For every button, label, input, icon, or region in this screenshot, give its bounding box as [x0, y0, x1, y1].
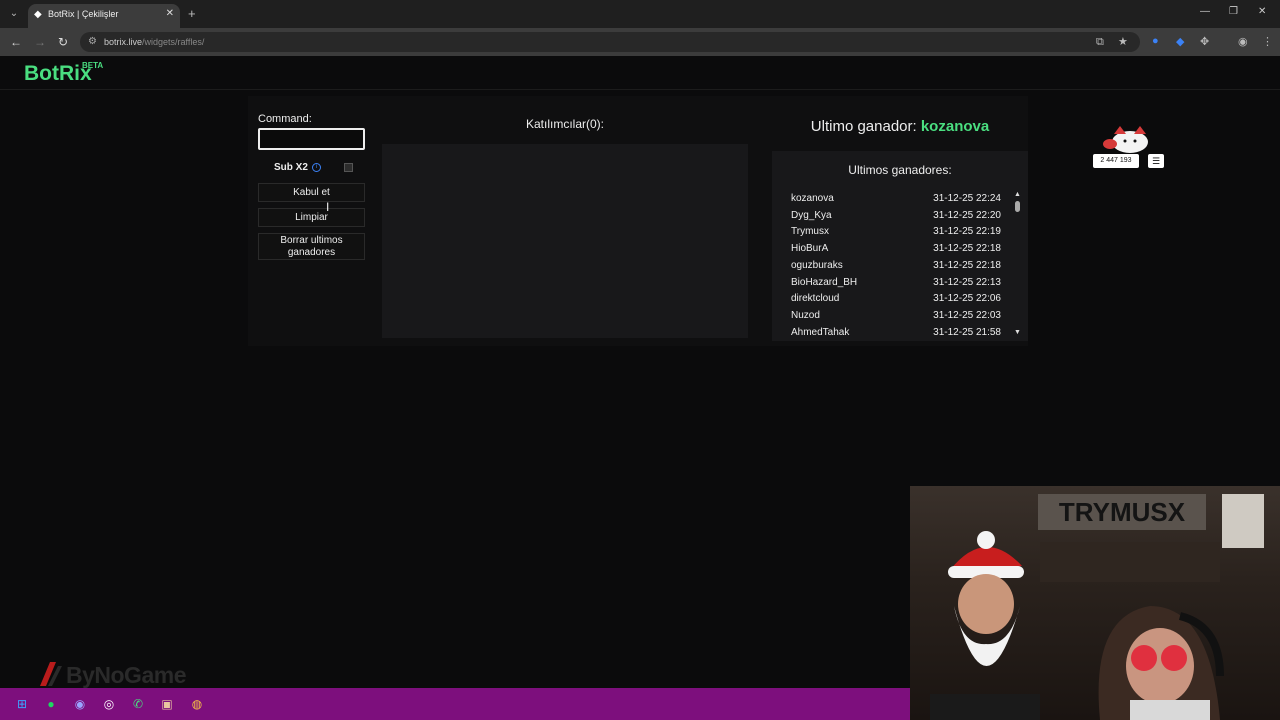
bynogame-logo-icon: [40, 662, 62, 686]
command-label: Command:: [258, 113, 312, 125]
minimize-window-icon[interactable]: —: [1200, 6, 1210, 17]
photos-app-icon[interactable]: ▣: [159, 696, 175, 712]
winner-name: Trymusx: [791, 226, 829, 238]
botrix-favicon-icon: ◆: [34, 9, 42, 20]
last-winner-name: kozanova: [920, 118, 990, 135]
winner-date: 31-12-25 22:19: [933, 226, 1001, 238]
winner-date: 31-12-25 22:13: [933, 276, 1001, 288]
sub-x2-row: Sub X2 i: [258, 160, 365, 176]
forward-arrow-icon[interactable]: →: [34, 35, 46, 49]
extension-icon[interactable]: ●: [1152, 35, 1159, 47]
translate-icon[interactable]: ⧉: [1096, 36, 1104, 49]
extensions-puzzle-icon[interactable]: ✥: [1200, 35, 1209, 48]
os-taskbar: ⊞ ● ◉ ◎ ✆ ▣ ◍: [0, 688, 910, 720]
winner-name: HioBurA: [791, 243, 829, 255]
winner-row: direktcloud 31-12-25 22:06: [791, 293, 1001, 307]
close-tab-icon[interactable]: ✕: [166, 8, 174, 19]
last-winner-heading: Ultimo ganador: kozanova: [772, 118, 1028, 135]
sub-x2-label: Sub X2: [274, 162, 308, 173]
winner-date: 31-12-25 22:20: [933, 209, 1001, 221]
winner-date: 31-12-25 22:24: [933, 193, 1001, 204]
info-icon[interactable]: i: [312, 163, 321, 172]
scroll-down-arrow-icon[interactable]: ▼: [1014, 329, 1021, 336]
botrix-mascot-widget[interactable]: 2 447 193 ☰: [1092, 122, 1166, 170]
winner-date: 31-12-25 22:18: [933, 259, 1001, 271]
list-icon[interactable]: ☰: [1148, 154, 1164, 168]
tab-search-chevron-down-icon[interactable]: ⌄: [6, 6, 22, 22]
webcam-overlay: TRYMUSX: [910, 486, 1280, 720]
winner-row: oguzburaks 31-12-25 22:18: [791, 260, 1001, 274]
winner-name: oguzburaks: [791, 259, 843, 271]
watermark-text: ByNoGame: [66, 662, 186, 688]
last-winners-title: Ultimos ganadores:: [848, 163, 952, 177]
reload-icon[interactable]: ↻: [58, 35, 68, 49]
whatsapp-icon[interactable]: ✆: [130, 696, 146, 712]
winners-scrollbar[interactable]: ▲ ▼: [1014, 191, 1022, 337]
winner-row: Nuzod 31-12-25 22:03: [791, 310, 1001, 324]
winner-name: Dyg_Kya: [791, 209, 832, 221]
santa-person-image: [930, 531, 1040, 720]
winner-row: Dyg_Kya 31-12-25 22:20: [791, 210, 1001, 224]
command-input[interactable]: [258, 128, 365, 150]
obs-icon[interactable]: ◎: [101, 696, 117, 712]
restore-window-icon[interactable]: ❐: [1229, 6, 1238, 17]
scroll-up-arrow-icon[interactable]: ▲: [1014, 191, 1021, 198]
sub-x2-checkbox[interactable]: [344, 163, 353, 172]
new-tab-plus-icon[interactable]: +: [188, 6, 196, 21]
browser-toolbar: ← → ↻ ⚙ botrix.live/widgets/raffles/ ⧉ ★…: [0, 28, 1280, 56]
winner-name: Nuzod: [791, 309, 820, 321]
back-arrow-icon[interactable]: ←: [10, 35, 22, 49]
winner-date: 31-12-25 22:06: [933, 293, 1001, 305]
mascot-count: 2 447 193: [1093, 154, 1139, 168]
winner-row: AhmedTahak 31-12-25 21:58: [791, 327, 1001, 341]
accept-button[interactable]: Kabul et: [258, 183, 365, 202]
close-window-icon[interactable]: ✕: [1258, 6, 1266, 17]
chrome-icon[interactable]: ◍: [189, 696, 205, 712]
beta-badge: BETA: [82, 61, 104, 70]
windows-start-icon[interactable]: ⊞: [14, 696, 30, 712]
address-bar[interactable]: ⚙ botrix.live/widgets/raffles/ ⧉ ★: [80, 32, 1140, 52]
winner-row: Trymusx 31-12-25 22:19: [791, 226, 1001, 240]
participants-title: Katılımcılar(0):: [525, 117, 604, 131]
browser-tab-strip: ⌄ ◆ BotRix | Çekilişler ✕ + — ❐ ✕: [0, 0, 1280, 28]
glasses-person-image: [1098, 606, 1224, 720]
browser-menu-icon[interactable]: ⋮: [1262, 35, 1273, 48]
extension-shield-icon[interactable]: ◆: [1176, 35, 1184, 48]
erase-last-winners-button[interactable]: Borrar ultimos ganadores: [258, 233, 365, 260]
scroll-thumb[interactable]: [1015, 201, 1020, 212]
discord-icon[interactable]: ◉: [72, 696, 88, 712]
winner-name: AhmedTahak: [791, 326, 850, 338]
winner-date: 31-12-25 22:03: [933, 309, 1001, 321]
url-text: botrix.live/widgets/raffles/: [104, 37, 205, 47]
winner-row: HioBurA 31-12-25 22:18: [791, 243, 1001, 257]
winner-date: 31-12-25 22:18: [933, 243, 1001, 255]
winner-name: kozanova: [791, 193, 834, 204]
clear-button[interactable]: Limpiar: [258, 208, 365, 227]
winner-name: BioHazard_BH: [791, 276, 858, 288]
winner-row: kozanova 31-12-25 22:24: [791, 193, 1001, 207]
webcam-poster: [1222, 494, 1264, 548]
winner-row: BioHazard_BH 31-12-25 22:13: [791, 277, 1001, 291]
tab-title: BotRix | Çekilişler: [48, 9, 119, 19]
profile-avatar-icon[interactable]: ◉: [1238, 35, 1248, 48]
participants-list[interactable]: [382, 144, 748, 338]
winner-date: 31-12-25 21:58: [933, 326, 1001, 338]
cat-mascot-icon: [1103, 126, 1148, 153]
webcam-banner: TRYMUSX: [1038, 494, 1206, 530]
winner-name: direktcloud: [791, 293, 840, 305]
spotify-icon[interactable]: ●: [43, 696, 59, 712]
site-settings-icon[interactable]: ⚙: [88, 36, 97, 47]
last-winner-label: Ultimo ganador:: [810, 118, 917, 135]
last-winners-list[interactable]: Ultimos ganadores: kozanova 31-12-25 22:2…: [772, 151, 1028, 341]
site-header: BotRix BETA: [0, 56, 1280, 90]
bookmark-star-icon[interactable]: ★: [1118, 35, 1128, 48]
active-tab[interactable]: ◆ BotRix | Çekilişler ✕: [28, 4, 180, 28]
text-cursor-icon: I: [326, 200, 330, 214]
